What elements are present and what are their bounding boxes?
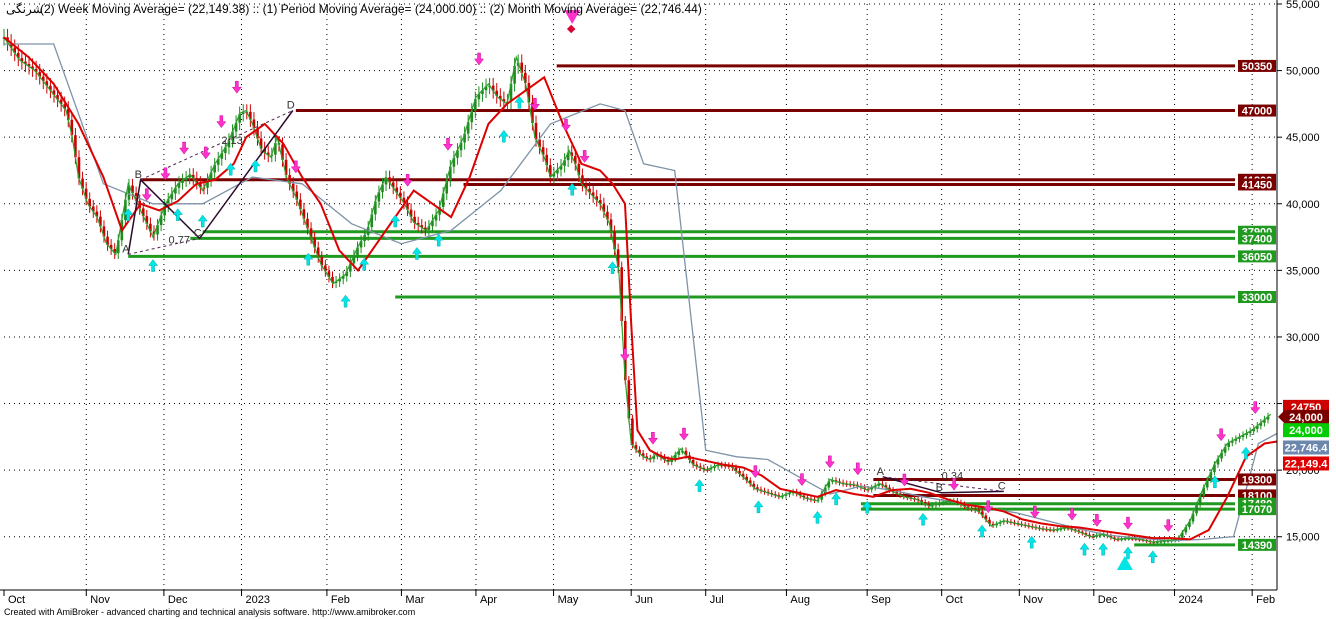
pattern-point-A: A [877, 466, 885, 478]
y-tick-label: 50,000 [1286, 66, 1320, 78]
y-tick-label: 45,000 [1286, 132, 1320, 144]
readout-label: 24,000 [1289, 412, 1323, 424]
x-tick-label: Oct [8, 594, 25, 606]
level-label-37400: 37400 [1242, 233, 1273, 245]
level-label-19300: 19300 [1242, 474, 1273, 486]
pattern-ratio: 2.13 [221, 135, 242, 147]
x-tick-label: Apr [480, 594, 497, 606]
chart-header-symbol: شرنگی [6, 2, 43, 16]
stock-chart: ABCD2.130.77ABC0.34 15,00020,00025,00030… [0, 0, 1336, 619]
x-tick-label: Nov [90, 594, 110, 606]
footer-credit: Created with AmiBroker - advanced charti… [4, 607, 415, 617]
x-tick-label: Oct [946, 594, 963, 606]
x-tick-label: Jun [635, 594, 653, 606]
y-tick-label: 30,000 [1286, 332, 1320, 344]
readout-label: 22,746.4 [1285, 442, 1329, 454]
price-readouts: 2475024,00024,00022,746.422,149.4 [1278, 399, 1329, 471]
level-label-14390: 14390 [1242, 540, 1273, 552]
y-tick-label: 15,000 [1286, 532, 1320, 544]
x-tick-label: Nov [1023, 594, 1043, 606]
x-tick-label: Jul [710, 594, 724, 606]
x-tick-label: 2023 [246, 594, 270, 606]
pattern-point-A: A [122, 243, 130, 255]
pattern-ratio: 0.77 [169, 235, 190, 247]
x-tick-label: Sep [871, 594, 891, 606]
level-label-41450: 41450 [1242, 179, 1273, 191]
readout-label: 22,149.4 [1285, 458, 1329, 470]
x-tick-label: Feb [331, 594, 350, 606]
level-label-33000: 33000 [1242, 292, 1273, 304]
pattern-point-B: B [936, 482, 943, 494]
level-label-17070: 17070 [1242, 504, 1273, 516]
pattern-point-C: C [194, 227, 202, 239]
y-tick-label: 40,000 [1286, 199, 1320, 211]
x-tick-label: May [558, 594, 579, 606]
x-tick-label: 2024 [1179, 594, 1203, 606]
level-label-36050: 36050 [1242, 251, 1273, 263]
y-tick-label: 35,000 [1286, 265, 1320, 277]
chart-background [0, 0, 1336, 619]
pattern-point-B: B [135, 169, 142, 181]
x-tick-label: Mar [405, 594, 424, 606]
pattern-point-C: C [998, 480, 1006, 492]
x-tick-label: Dec [1098, 594, 1118, 606]
x-tick-label: Dec [168, 594, 188, 606]
y-tick-label: 55,000 [1286, 0, 1320, 11]
pattern-point-D: D [287, 100, 295, 112]
level-label-47000: 47000 [1242, 106, 1273, 118]
x-tick-label: Aug [790, 594, 810, 606]
x-tick-label: Feb [1256, 594, 1275, 606]
readout-label: 24,000 [1289, 425, 1323, 437]
level-label-50350: 50350 [1242, 61, 1273, 73]
chart-header: (2) Week Moving Average= (22,149.38) :: … [40, 2, 702, 16]
